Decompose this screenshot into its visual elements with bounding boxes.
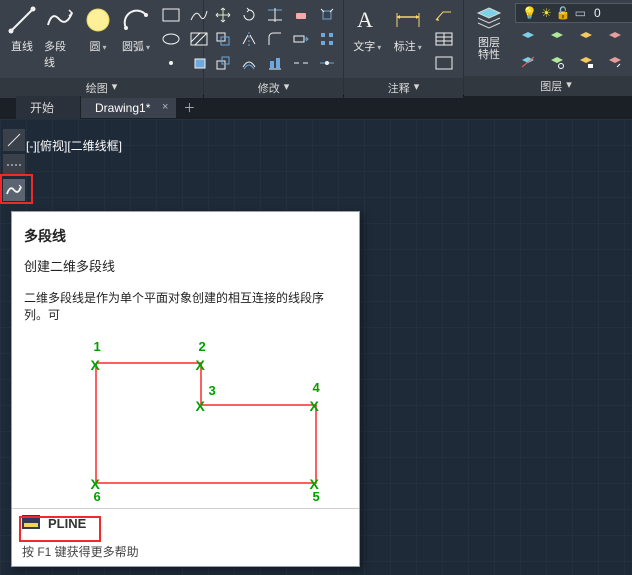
ribbon: 直线 多段线 圆 圆弧 xyxy=(0,0,632,95)
tool-erase[interactable] xyxy=(288,4,314,26)
panel-layers: 图层 特性 💡 ☀ 🔓 ▭ 0 xyxy=(464,0,632,95)
tooltip-title: 多段线 xyxy=(24,226,347,246)
tab-start[interactable]: 开始 xyxy=(16,96,81,119)
vertex-label-6: 6 xyxy=(94,489,101,504)
layer-tool-7[interactable] xyxy=(573,51,599,73)
lefttool-polyline[interactable] xyxy=(3,179,25,201)
lock-icon: 🔓 xyxy=(556,6,571,20)
tool-dimension-label: 标注 xyxy=(394,38,422,54)
polyline-icon xyxy=(44,4,76,36)
tool-polyline[interactable]: 多段线 xyxy=(44,4,76,70)
tool-point[interactable] xyxy=(158,52,184,74)
chevron-down-icon: ▾ xyxy=(112,80,118,96)
tool-rect[interactable] xyxy=(158,4,184,26)
dimension-icon xyxy=(392,4,424,36)
tool-layerprops[interactable]: 图层 特性 xyxy=(469,3,509,61)
chevron-down-icon: ▾ xyxy=(284,80,290,96)
tooltip-desc: 二维多段线是作为单个平面对象创建的相互连接的线段序列。可 xyxy=(24,289,347,323)
vertex-label-3: 3 xyxy=(209,383,216,398)
tool-explode[interactable] xyxy=(314,4,340,26)
vertex-label-4: 4 xyxy=(313,380,320,395)
tooltip-help: 按 F1 键获得更多帮助 xyxy=(22,543,139,560)
tool-table[interactable] xyxy=(431,28,457,50)
command-name: PLINE xyxy=(48,516,86,531)
svg-text:A: A xyxy=(357,7,373,32)
tool-stretch[interactable] xyxy=(288,28,314,50)
vertex-marker: X xyxy=(196,357,205,373)
layer-selector[interactable]: 💡 ☀ 🔓 ▭ 0 xyxy=(515,3,632,23)
chevron-down-icon: ▾ xyxy=(566,78,572,94)
tool-dimension[interactable]: 标注 xyxy=(391,4,426,54)
layer-tool-1[interactable] xyxy=(515,26,541,48)
panel-draw-title[interactable]: 绘图▾ xyxy=(0,78,203,98)
tool-fillet[interactable] xyxy=(262,28,288,50)
circle-icon xyxy=(82,4,114,36)
layer-tool-8[interactable] xyxy=(602,51,628,73)
panel-annotate: A 文字 标注 注释▾ xyxy=(344,0,464,95)
tool-text-label: 文字 xyxy=(353,38,381,54)
tab-drawing1[interactable]: Drawing1* × xyxy=(81,98,177,118)
text-icon: A xyxy=(351,4,383,36)
layer-tool-2[interactable] xyxy=(544,26,570,48)
tool-trim[interactable] xyxy=(262,4,288,26)
tool-circle-label: 圆 xyxy=(89,38,106,54)
tool-break[interactable] xyxy=(288,52,314,74)
tool-line[interactable]: 直线 xyxy=(6,4,38,54)
left-toolbar xyxy=(3,129,25,201)
print-icon: ▭ xyxy=(575,6,586,20)
tool-leader[interactable] xyxy=(431,4,457,26)
layer-tool-3[interactable] xyxy=(573,26,599,48)
tool-array[interactable] xyxy=(314,28,340,50)
viewport-label[interactable]: [-][俯视][二维线框] xyxy=(26,137,122,154)
tool-circle[interactable]: 圆 xyxy=(82,4,114,54)
vertex-marker: X xyxy=(310,398,319,414)
pline-cmd-icon xyxy=(22,515,40,532)
vertex-label-2: 2 xyxy=(199,339,206,354)
document-tabs: 开始 Drawing1* × ＋ xyxy=(0,95,632,119)
panel-layers-title[interactable]: 图层▾ xyxy=(464,76,632,96)
tool-ellipse[interactable] xyxy=(158,28,184,50)
vertex-label-1: 1 xyxy=(94,339,101,354)
tool-arc[interactable]: 圆弧 xyxy=(120,4,152,54)
add-tab-button[interactable]: ＋ xyxy=(177,99,201,116)
tool-mirror[interactable] xyxy=(236,28,262,50)
tooltip-footer: PLINE xyxy=(12,508,359,538)
vertex-marker: X xyxy=(91,357,100,373)
tool-align[interactable] xyxy=(262,52,288,74)
tool-rotate[interactable] xyxy=(236,4,262,26)
close-icon[interactable]: × xyxy=(162,101,168,113)
vertex-label-5: 5 xyxy=(313,489,320,504)
tool-offset[interactable] xyxy=(236,52,262,74)
lightbulb-icon: 💡 xyxy=(522,6,537,20)
vertex-marker: X xyxy=(196,398,205,414)
tool-polyline-label: 多段线 xyxy=(44,38,76,70)
tooltip-diagram: X 1 X 2 X 3 X 4 X 5 X 6 xyxy=(46,333,326,503)
tool-mtext[interactable] xyxy=(431,52,457,74)
lefttool-construction[interactable] xyxy=(3,154,25,176)
arc-icon xyxy=(120,4,152,36)
tool-scale[interactable] xyxy=(210,52,236,74)
tooltip-subtitle: 创建二维多段线 xyxy=(24,256,347,275)
tool-layerprops-label: 图层 特性 xyxy=(478,37,500,61)
layer-tool-5[interactable] xyxy=(515,51,541,73)
lefttool-line[interactable] xyxy=(3,129,25,151)
tool-text[interactable]: A 文字 xyxy=(350,4,385,54)
panel-draw: 直线 多段线 圆 圆弧 xyxy=(0,0,204,95)
tool-copy[interactable] xyxy=(210,28,236,50)
panel-annotate-title[interactable]: 注释▾ xyxy=(344,78,463,98)
tool-arc-label: 圆弧 xyxy=(122,38,150,54)
layer-tool-4[interactable] xyxy=(602,26,628,48)
panel-modify: 修改▾ xyxy=(204,0,344,95)
chevron-down-icon: ▾ xyxy=(414,80,420,96)
tool-line-label: 直线 xyxy=(11,38,33,54)
layer-tool-6[interactable] xyxy=(544,51,570,73)
layers-icon xyxy=(473,3,505,35)
tool-move[interactable] xyxy=(210,4,236,26)
sun-icon: ☀ xyxy=(541,6,552,20)
tooltip-pline: 多段线 创建二维多段线 二维多段线是作为单个平面对象创建的相互连接的线段序列。可… xyxy=(11,211,360,567)
panel-modify-title[interactable]: 修改▾ xyxy=(204,78,343,98)
line-icon xyxy=(6,4,38,36)
layer-name: 0 xyxy=(594,6,601,20)
tool-join[interactable] xyxy=(314,52,340,74)
